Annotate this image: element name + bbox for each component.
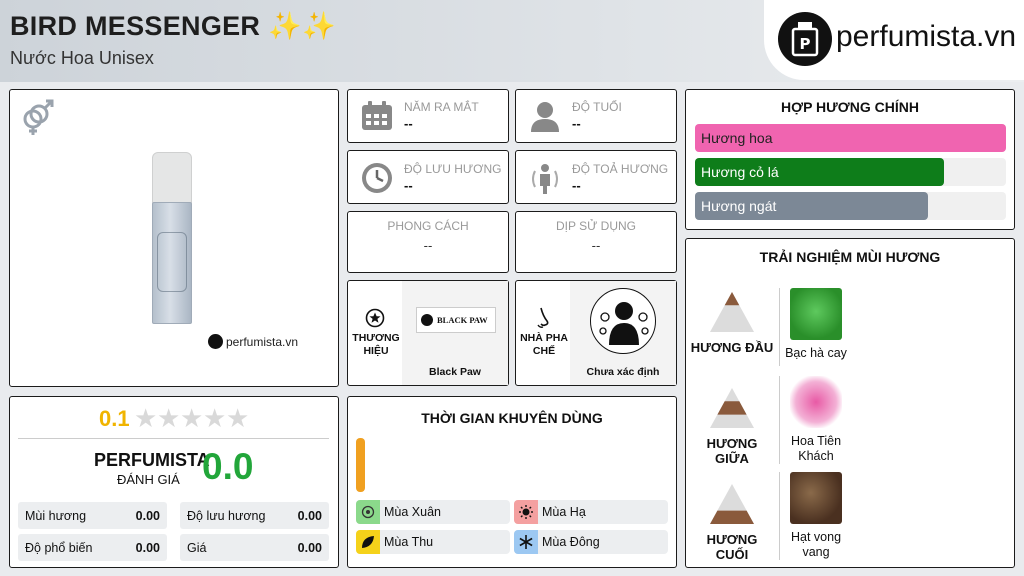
clock-icon: [361, 162, 393, 194]
unisex-gender-icon: [18, 97, 58, 137]
info-label: ĐỘ TUỔI: [572, 100, 622, 114]
season-winter[interactable]: Mùa Đông: [514, 530, 668, 554]
metric-value: 0.00: [297, 541, 322, 555]
svg-text:P: P: [800, 35, 811, 53]
metric-price: Giá 0.00: [180, 534, 329, 561]
accords-title: HỢP HƯƠNG CHÍNH: [781, 99, 919, 115]
season-label: Mùa Đông: [542, 535, 600, 549]
metric-longevity: Độ lưu hương 0.00: [180, 502, 329, 529]
base-note-name[interactable]: Hạt vong vang: [780, 530, 852, 560]
top-note-name[interactable]: Bạc hà cay: [780, 346, 852, 360]
metric-value: 0.00: [297, 509, 322, 523]
season-label: Mùa Thu: [384, 535, 434, 549]
accord-row: Hương ngát: [695, 192, 1006, 220]
accord-label: Hương cỏ lá: [701, 164, 779, 180]
perfume-bottle-label: [157, 232, 187, 292]
metric-value: 0.00: [135, 541, 160, 555]
metric-label: Giá: [187, 541, 207, 555]
pyramid-base-triangle-icon: [710, 484, 754, 524]
info-value: --: [591, 238, 601, 253]
rating-star-icon[interactable]: ★: [203, 403, 226, 434]
metric-label: Mùi hương: [25, 509, 87, 523]
season-level-bar: [356, 438, 365, 492]
peppermint-image: [790, 288, 842, 340]
accord-label: Hương hoa: [701, 130, 773, 146]
perfume-bottle-cap: [152, 152, 192, 204]
metric-label: Độ lưu hương: [187, 509, 266, 523]
info-label: NĂM RA MẮT: [404, 100, 479, 114]
metric-scent: Mùi hương 0.00: [18, 502, 167, 529]
paw-icon: [421, 314, 433, 326]
season-title: THỜI GIAN KHUYÊN DÙNG: [421, 410, 603, 426]
pyramid-top-triangle-icon: [710, 292, 754, 332]
brand-name[interactable]: Black Paw: [402, 366, 508, 378]
flower-outline-icon: [361, 505, 375, 519]
nose-icon: [532, 306, 554, 330]
rating-divider: [18, 438, 329, 439]
perfumista-score: 0.0: [202, 446, 254, 487]
rating-star-icon[interactable]: ★: [134, 403, 157, 434]
watermark-logo-icon: [208, 334, 223, 349]
rating-star-icon[interactable]: ★: [157, 403, 180, 434]
season-summer[interactable]: Mùa Hạ: [514, 500, 668, 524]
pyramid-title: TRẢI NGHIỆM MÙI HƯƠNG: [759, 249, 941, 265]
perfumer-name[interactable]: Chưa xác định: [570, 366, 676, 378]
middle-notes-label: HƯƠNG GIỮA: [706, 436, 758, 466]
rating-star-icon[interactable]: ★: [226, 403, 249, 434]
info-label: ĐỘ LƯU HƯƠNG: [404, 162, 502, 176]
brand-label: THƯƠNG HIỆU: [352, 332, 400, 357]
base-notes-label: HƯƠNG CUỐI: [706, 532, 758, 562]
ambrette-seed-image: [790, 472, 842, 524]
user-icon: [529, 100, 561, 132]
cyclamen-image: [790, 376, 842, 428]
season-spring[interactable]: Mùa Xuân: [356, 500, 510, 524]
note-line: vang: [802, 545, 830, 559]
perfumista-rating-sublabel: ĐÁNH GIÁ: [117, 472, 180, 487]
metric-popularity: Độ phổ biến 0.00: [18, 534, 167, 561]
note-line: Hoa Tiên: [790, 434, 842, 448]
sun-icon: [519, 505, 533, 519]
page-subtitle: Nước Hoa Unisex: [10, 48, 154, 68]
season-autumn[interactable]: Mùa Thu: [356, 530, 510, 554]
note-line: Hạt vong: [790, 530, 842, 544]
black-paw-logo: BLACK PAW: [416, 307, 496, 333]
info-value: --: [423, 238, 433, 253]
calendar-icon: [361, 101, 393, 131]
star-badge-icon: [365, 308, 385, 328]
middle-note-name[interactable]: Hoa Tiên Khách: [780, 434, 852, 464]
accord-row: Hương cỏ lá: [695, 158, 1006, 186]
info-label: DỊP SỬ DỤNG: [555, 219, 637, 233]
snowflake-icon: [519, 535, 533, 549]
season-level-track: [356, 438, 365, 492]
accord-label: Hương ngát: [701, 198, 777, 214]
info-value: --: [404, 178, 413, 193]
pyramid-middle-triangle-icon: [710, 388, 754, 428]
watermark-text: perfumista.vn: [226, 335, 299, 349]
top-notes-label: HƯƠNG ĐẦU: [690, 340, 774, 355]
leaf-icon: [361, 535, 375, 549]
info-value: --: [404, 116, 413, 131]
info-label: PHONG CÁCH: [387, 219, 469, 233]
metric-label: Độ phổ biến: [25, 541, 93, 555]
season-label: Mùa Xuân: [384, 505, 441, 519]
note-line: Khách: [798, 449, 834, 463]
user-rating-score: 0.1: [99, 406, 130, 431]
rating-star-icon[interactable]: ★: [180, 403, 203, 434]
info-value: --: [572, 178, 581, 193]
accord-row: Hương hoa: [695, 124, 1006, 152]
metric-value: 0.00: [135, 509, 160, 523]
brand-logo-text[interactable]: perfumista.vn: [836, 20, 1016, 54]
perfumer-label: NHÀ PHA CHẾ: [520, 332, 568, 357]
brand-logo-caption: BLACK PAW: [437, 315, 488, 325]
perfumista-rating-label: PERFUMISTA: [94, 450, 210, 470]
info-value: --: [572, 116, 581, 131]
sillage-person-icon: [529, 161, 561, 195]
perfume-bottle-logo-icon: P: [778, 12, 832, 66]
info-label: ĐỘ TOẢ HƯƠNG: [572, 162, 669, 176]
season-label: Mùa Hạ: [542, 505, 586, 519]
page-title: BIRD MESSENGER ✨✨: [10, 11, 336, 41]
perfumer-avatar: [590, 288, 656, 354]
